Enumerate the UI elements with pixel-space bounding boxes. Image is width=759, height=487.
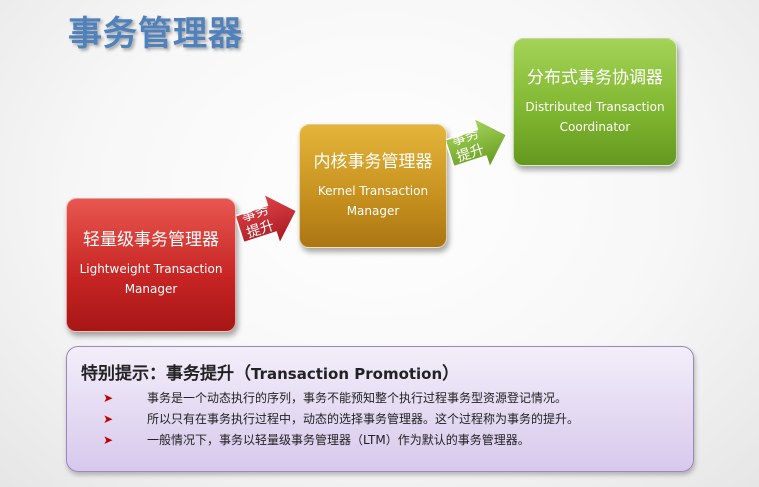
arrow-bullet-icon: ➤ — [103, 433, 114, 447]
dtc-box: 分布式事务协调器 Distributed Transaction Coordin… — [513, 38, 677, 166]
ktm-box: 内核事务管理器 Kernel Transaction Manager — [299, 124, 447, 248]
note-bullet-2: ➤ 所以只有在事务执行过程中，动态的选择事务管理器。这个过程称为事务的提升。 — [103, 410, 579, 427]
note-title-close: ） — [442, 364, 460, 384]
dtc-label-en: Distributed Transaction Coordinator — [525, 100, 665, 134]
ltm-box: 轻量级事务管理器 Lightweight Transaction Manager — [66, 198, 236, 332]
arrow-bullet-icon: ➤ — [103, 391, 114, 405]
ltm-label-zh: 轻量级事务管理器 — [83, 230, 219, 250]
note-bullet-1-text: 事务是一个动态执行的序列，事务不能预知整个执行过程事务型资源登记情况。 — [147, 391, 568, 405]
note-bullet-1: ➤ 事务是一个动态执行的序列，事务不能预知整个执行过程事务型资源登记情况。 — [103, 389, 567, 406]
page-title: 事务管理器 — [68, 14, 243, 54]
note-panel: 特别提示：事务提升（Transaction Promotion） ➤ 事务是一个动… — [66, 346, 694, 472]
note-bullet-2-text: 所以只有在事务执行过程中，动态的选择事务管理器。这个过程称为事务的提升。 — [147, 412, 580, 426]
arrow-bullet-icon: ➤ — [103, 412, 114, 426]
note-title-en: Transaction Promotion — [251, 365, 443, 383]
note-title: 特别提示：事务提升（Transaction Promotion） — [81, 359, 459, 384]
ktm-label-zh: 内核事务管理器 — [313, 152, 433, 172]
ltm-label-en: Lightweight Transaction Manager — [79, 262, 223, 296]
note-title-zh: 特别提示：事务提升（ — [81, 364, 251, 384]
note-bullet-3-text: 一般情况下，事务以轻量级事务管理器（LTM）作为默认的事务管理器。 — [147, 433, 530, 447]
note-bullet-3: ➤ 一般情况下，事务以轻量级事务管理器（LTM）作为默认的事务管理器。 — [103, 431, 530, 448]
ktm-label-en: Kernel Transaction Manager — [317, 184, 429, 218]
dtc-label-zh: 分布式事务协调器 — [527, 68, 663, 88]
